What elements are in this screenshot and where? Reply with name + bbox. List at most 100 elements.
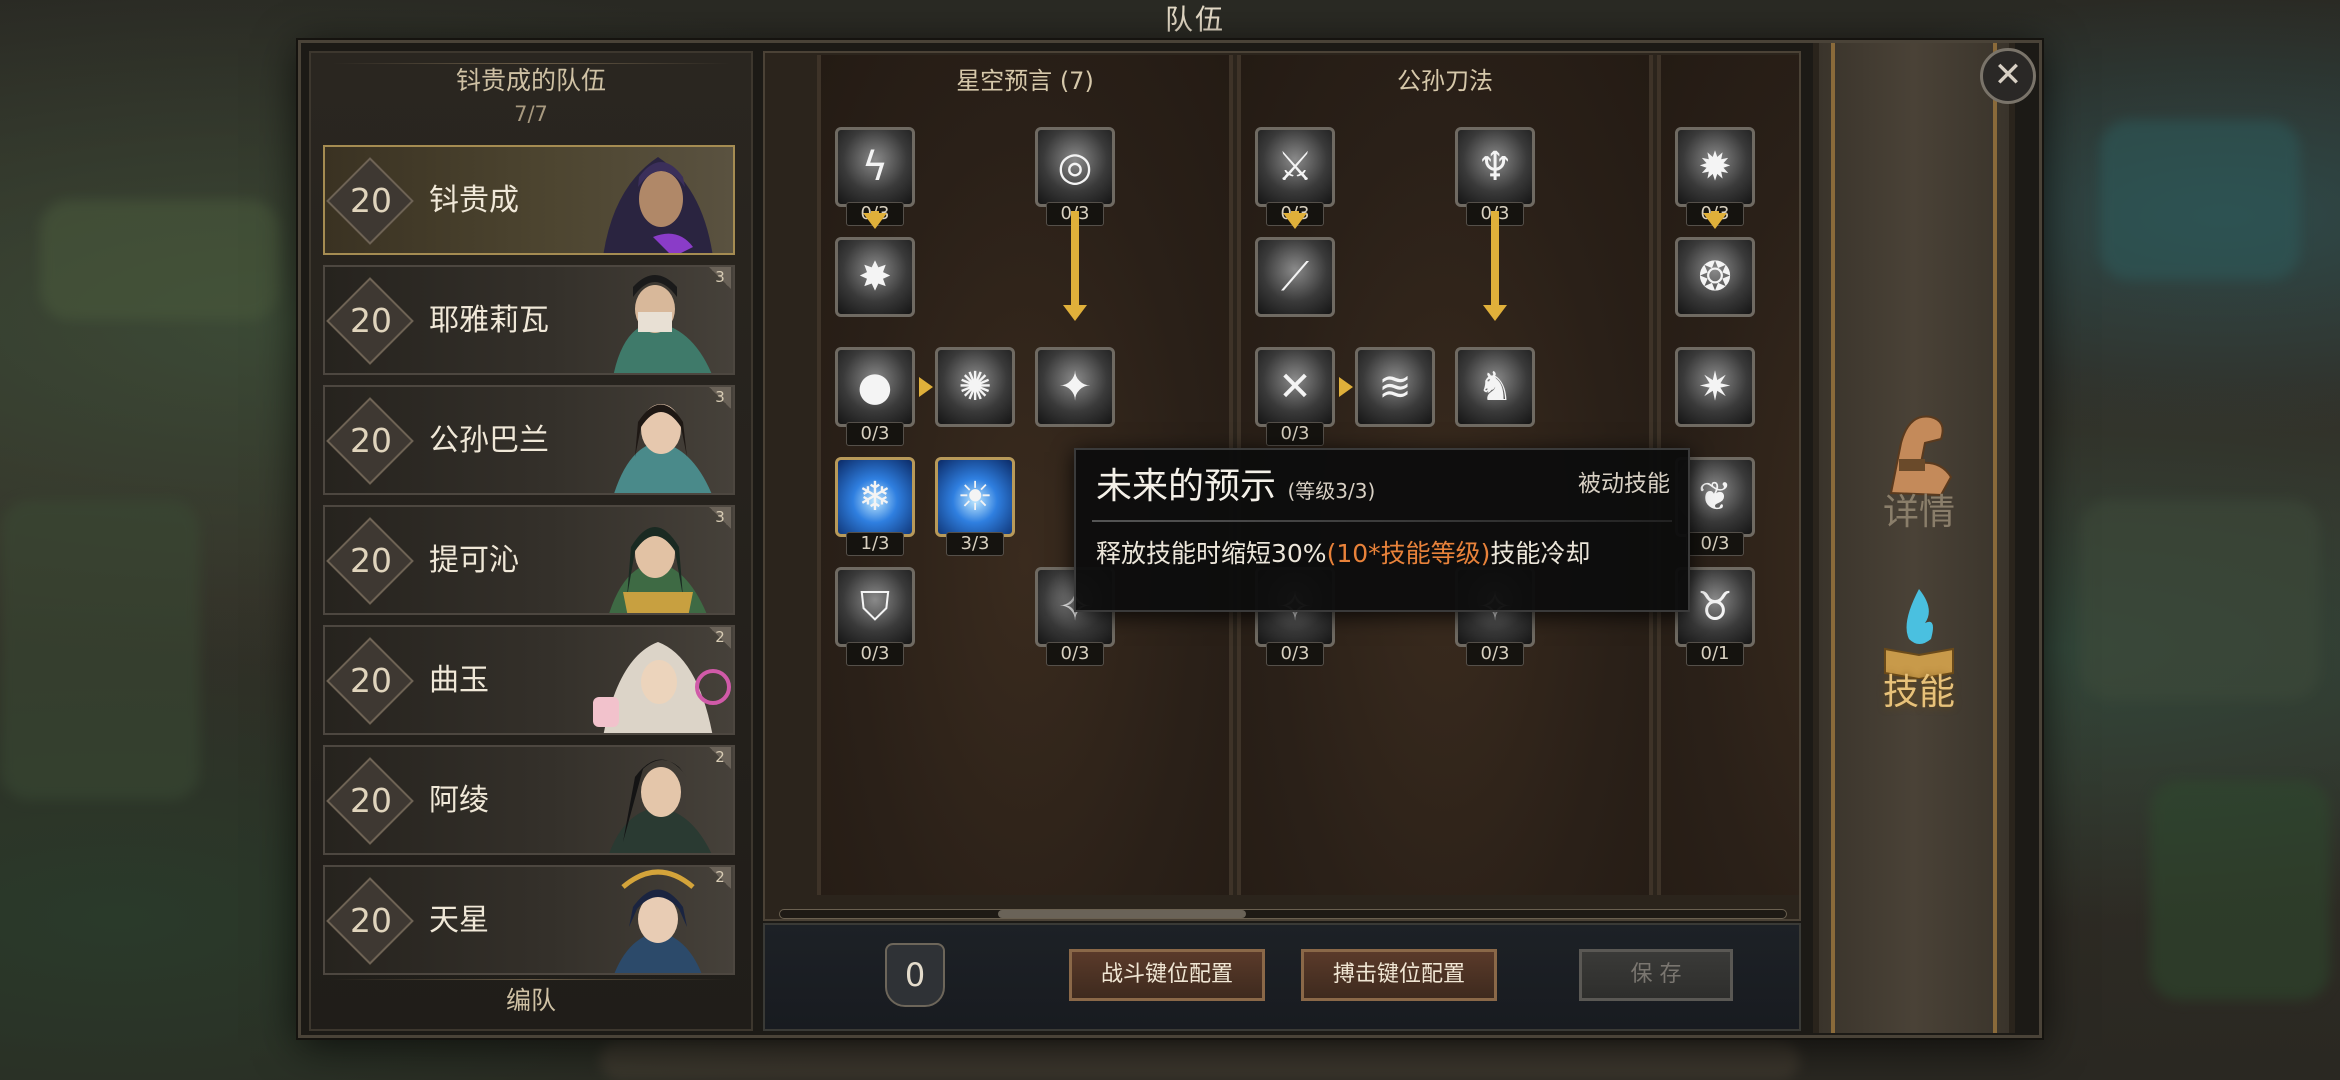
scroll-thumb[interactable]: [998, 910, 1246, 918]
tab-skills-label: 技能: [1882, 672, 1955, 713]
skill-node[interactable]: ♆0/3: [1455, 127, 1535, 226]
skill-node[interactable]: ● 0/3: [835, 347, 915, 446]
beast-icon: ♞: [1477, 364, 1513, 410]
burst-icon: ✸: [858, 254, 892, 300]
skill-node[interactable]: ✺: [935, 347, 1015, 427]
member-badge: 2: [709, 747, 731, 769]
skill-rank: 0/3: [1266, 642, 1324, 666]
member-level: 20: [350, 301, 392, 340]
skill-node[interactable]: ✹0/3: [1675, 127, 1755, 226]
skill-rank: 3/3: [946, 532, 1004, 556]
skill-node[interactable]: ◎0/3: [1035, 127, 1115, 226]
arrow: [1283, 211, 1307, 229]
skill-node[interactable]: ❄ 1/3: [835, 457, 915, 556]
skill-tree-title: 公孙刀法: [1397, 67, 1493, 95]
arrow: [1703, 211, 1727, 229]
skill-node[interactable]: ✦: [1035, 347, 1115, 427]
member-level: 20: [350, 181, 392, 220]
member-badge: 3: [709, 387, 731, 409]
arrow: [919, 377, 933, 397]
member-level: 20: [350, 661, 392, 700]
skill-node[interactable]: ✕ 0/3: [1255, 347, 1335, 446]
member-name: 耶雅莉瓦: [429, 303, 549, 338]
battle-keys-button[interactable]: 战斗键位配置: [1069, 949, 1265, 1001]
arrow: [1339, 377, 1353, 397]
skill-rank: 0/3: [1686, 532, 1744, 556]
skill-node[interactable]: ☀ 3/3: [935, 457, 1015, 556]
tooltip-description: 释放技能时缩短30%(10*技能等级)技能冷却: [1096, 539, 1591, 568]
galaxy-icon: ✺: [958, 364, 992, 410]
member-portrait: [603, 157, 713, 253]
close-button[interactable]: ✕: [1980, 48, 2036, 104]
sword-strike-icon: ✕: [1278, 364, 1312, 410]
skill-node[interactable]: ϟ0/3: [835, 127, 915, 226]
skill-node[interactable]: ⚔0/3: [1255, 127, 1335, 226]
smoke-icon: ≋: [1378, 364, 1412, 410]
tooltip-skill-level: (等级3/3): [1287, 479, 1376, 503]
skill-node[interactable]: ✸: [835, 237, 915, 317]
member-level: 20: [350, 541, 392, 580]
member-card[interactable]: 20 公孙巴兰 3: [323, 385, 735, 495]
roster-count: 7/7: [514, 102, 548, 126]
skill-rank: 1/3: [846, 532, 904, 556]
moon-icon: ●: [857, 364, 893, 410]
skill-node[interactable]: ≋: [1355, 347, 1435, 427]
member-card[interactable]: 20 阿绫 2: [323, 745, 735, 855]
skill-rank: 0/3: [1466, 642, 1524, 666]
roster-title: 钭贵成的队伍: [455, 66, 606, 95]
skill-tooltip: 未来的预示 (等级3/3) 被动技能 释放技能时缩短30%(10*技能等级)技能…: [1074, 448, 1690, 612]
member-name: 曲玉: [429, 663, 489, 698]
fireball-icon: ✹: [1698, 144, 1732, 190]
member-badge: 3: [709, 507, 731, 529]
skill-tree-title: 星空预言 (7): [956, 67, 1094, 95]
member-name: 阿绫: [429, 783, 489, 818]
arrow: [1063, 211, 1087, 321]
tab-skills[interactable]: 技能: [1849, 583, 1989, 733]
flame-orb-icon: ❂: [1698, 254, 1732, 300]
skill-rank: 0/3: [846, 422, 904, 446]
member-card[interactable]: 20 耶雅莉瓦 3: [323, 265, 735, 375]
skill-node[interactable]: ⟋: [1255, 237, 1335, 317]
skill-node[interactable]: ❂: [1675, 237, 1755, 317]
member-badge: 3: [709, 267, 731, 289]
demon-icon: ♆: [1477, 144, 1513, 190]
tooltip-skill-name: 未来的预示: [1096, 466, 1277, 507]
member-name: 提可沁: [429, 543, 519, 578]
orb-icon: ◎: [1057, 144, 1093, 190]
arrow: [1483, 211, 1507, 321]
star-slash-icon: ✦: [1058, 364, 1092, 410]
tab-details-label: 详情: [1882, 492, 1955, 533]
formation-label: 编队: [505, 986, 556, 1015]
skill-node[interactable]: ⛉ 0/3: [835, 567, 915, 666]
member-badge: 2: [709, 627, 731, 649]
skill-points: 0: [885, 943, 945, 1007]
tab-details[interactable]: 详情: [1849, 403, 1989, 553]
formation-button[interactable]: 编队: [311, 979, 751, 1023]
explosion-icon: ✷: [1698, 364, 1732, 410]
member-card[interactable]: 20 曲玉 2: [323, 625, 735, 735]
side-tabs: 详情 技能: [1813, 43, 2015, 1033]
grapple-keys-button[interactable]: 搏击键位配置: [1301, 949, 1497, 1001]
member-level: 20: [350, 781, 392, 820]
tooltip-highlight: (10*技能等级): [1326, 539, 1491, 568]
member-level: 20: [350, 901, 392, 940]
light-beam-icon: ☀: [957, 474, 993, 520]
skill-node[interactable]: ♞: [1455, 347, 1535, 427]
lightning-icon: ϟ: [861, 144, 889, 190]
skill-bottom-bar: 0 战斗键位配置 搏击键位配置 保 存: [763, 923, 1801, 1031]
horizontal-scrollbar[interactable]: [779, 909, 1787, 919]
member-level: 20: [350, 421, 392, 460]
roster-panel: 钭贵成的队伍 7/7 20 钭贵成 20 耶雅莉瓦 3 20 公孙巴兰 3 20…: [309, 51, 753, 1031]
member-card[interactable]: 20 钭贵成: [323, 145, 735, 255]
skill-node[interactable]: ✷: [1675, 347, 1755, 427]
member-name: 天星: [429, 903, 489, 938]
member-card[interactable]: 20 提可沁 3: [323, 505, 735, 615]
save-button[interactable]: 保 存: [1579, 949, 1733, 1001]
crystal-icon: ❄: [858, 474, 892, 520]
skill-rank: 0/3: [1266, 422, 1324, 446]
slash-icon: ⟋: [1281, 254, 1309, 300]
window-title: 队伍: [1164, 3, 1225, 36]
member-card[interactable]: 20 天星 2: [323, 865, 735, 975]
tooltip-skill-type: 被动技能: [1578, 471, 1670, 497]
roster-header: 钭贵成的队伍 7/7: [311, 61, 751, 127]
